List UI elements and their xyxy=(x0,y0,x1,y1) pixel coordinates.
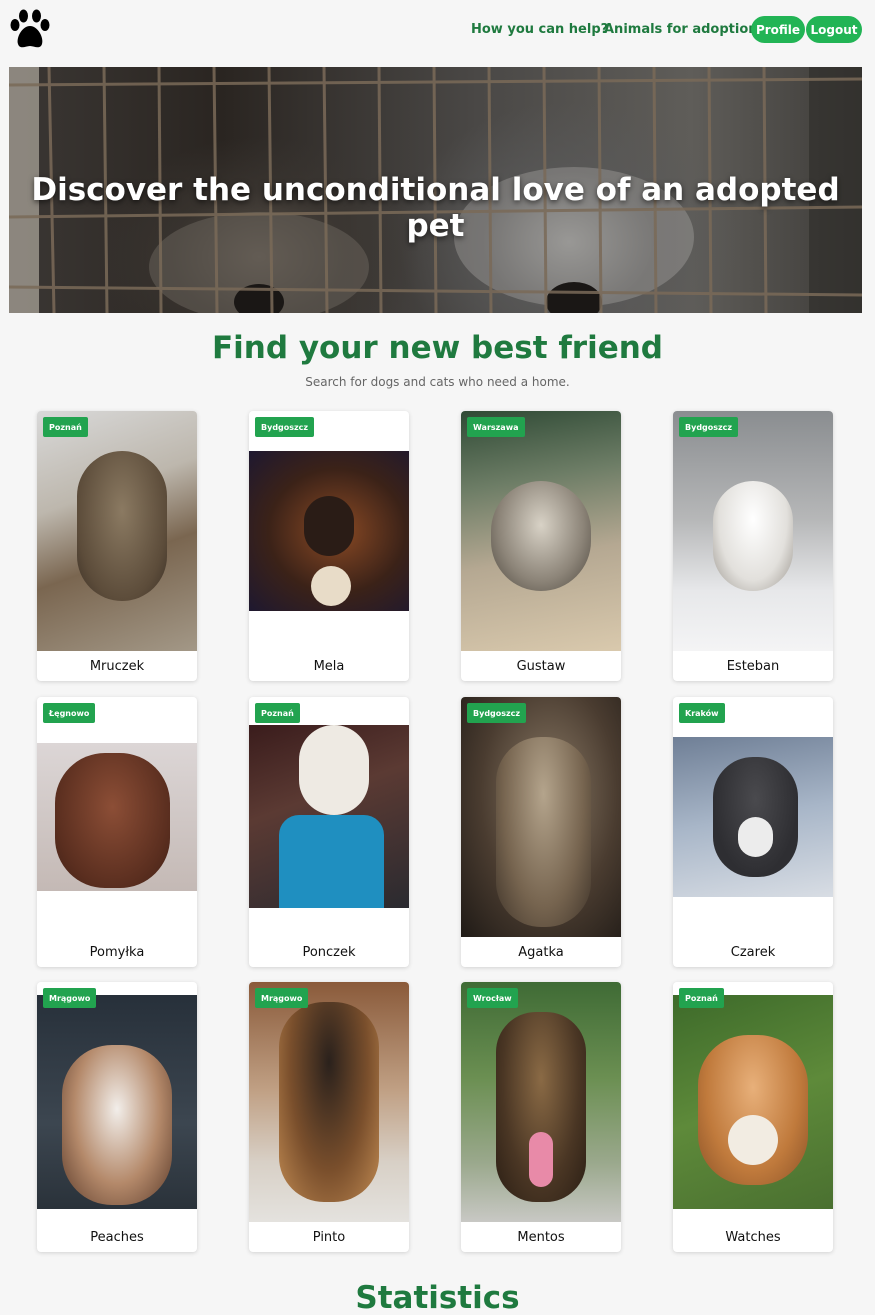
pet-card-mela[interactable]: Bydgoszcz Mela xyxy=(249,411,409,681)
city-badge: Mrągowo xyxy=(255,988,309,1008)
nav-link-animals-for-adoption[interactable]: Animals for adoption xyxy=(604,22,758,37)
pet-card-esteban[interactable]: Bydgoszcz Esteban xyxy=(673,411,833,681)
city-badge: Bydgoszcz xyxy=(679,417,739,437)
pet-name: Esteban xyxy=(726,659,780,674)
logout-button[interactable]: Logout xyxy=(806,16,862,43)
pet-photo xyxy=(673,411,833,651)
pet-name: Peaches xyxy=(90,1230,144,1245)
pet-card-ponczek[interactable]: Poznań Ponczek xyxy=(249,697,409,967)
city-badge: Warszawa xyxy=(467,417,525,437)
pet-card-agatka[interactable]: Bydgoszcz Agatka xyxy=(461,697,621,967)
pet-name: Mentos xyxy=(517,1230,565,1245)
city-badge: Łęgnowo xyxy=(43,703,96,723)
nav-link-how-you-can-help[interactable]: How you can help? xyxy=(471,22,608,37)
pet-name: Czarek xyxy=(730,945,776,960)
pet-name: Pinto xyxy=(312,1230,346,1245)
pet-photo xyxy=(37,743,197,891)
pet-photo xyxy=(673,737,833,897)
pet-card-gustaw[interactable]: Warszawa Gustaw xyxy=(461,411,621,681)
find-friend-heading: Find your new best friend xyxy=(212,330,663,366)
pet-photo xyxy=(249,451,409,611)
pet-photo xyxy=(249,725,409,908)
pet-name: Mela xyxy=(313,659,345,674)
city-badge: Poznań xyxy=(43,417,88,437)
pet-name: Mruczek xyxy=(89,659,145,674)
city-badge: Poznań xyxy=(679,988,724,1008)
pet-name: Pomyłka xyxy=(89,945,145,960)
city-badge: Bydgoszcz xyxy=(255,417,315,437)
pet-name: Ponczek xyxy=(302,945,356,960)
pet-card-watches[interactable]: Poznań Watches xyxy=(673,982,833,1252)
pet-card-peaches[interactable]: Mrągowo Peaches xyxy=(37,982,197,1252)
city-badge: Wrocław xyxy=(467,988,518,1008)
paw-icon[interactable] xyxy=(8,8,52,52)
city-badge: Bydgoszcz xyxy=(467,703,527,723)
pet-card-mentos[interactable]: Wrocław Mentos xyxy=(461,982,621,1252)
city-badge: Kraków xyxy=(679,703,725,723)
pet-photo xyxy=(249,982,409,1222)
profile-button[interactable]: Profile xyxy=(751,16,805,43)
pet-photo xyxy=(673,995,833,1209)
site-header: How you can help? Animals for adoption P… xyxy=(0,0,875,60)
hero-title: Discover the unconditional love of an ad… xyxy=(31,172,840,244)
city-badge: Mrągowo xyxy=(43,988,97,1008)
city-badge: Poznań xyxy=(255,703,300,723)
pet-photo xyxy=(461,697,621,937)
pet-photo xyxy=(461,982,621,1222)
pet-card-czarek[interactable]: Kraków Czarek xyxy=(673,697,833,967)
pet-name: Agatka xyxy=(518,945,564,960)
hero-banner: Discover the unconditional love of an ad… xyxy=(9,67,862,313)
pet-name: Gustaw xyxy=(516,659,566,674)
pet-card-pomylka[interactable]: Łęgnowo Pomyłka xyxy=(37,697,197,967)
pet-photo xyxy=(37,411,197,651)
pet-name: Watches xyxy=(725,1230,781,1245)
statistics-heading: Statistics xyxy=(355,1280,520,1315)
pet-photo xyxy=(461,411,621,651)
pet-card-mruczek[interactable]: Poznań Mruczek xyxy=(37,411,197,681)
find-friend-subtitle: Search for dogs and cats who need a home… xyxy=(305,375,570,389)
pet-card-pinto[interactable]: Mrągowo Pinto xyxy=(249,982,409,1252)
pet-photo xyxy=(37,995,197,1209)
